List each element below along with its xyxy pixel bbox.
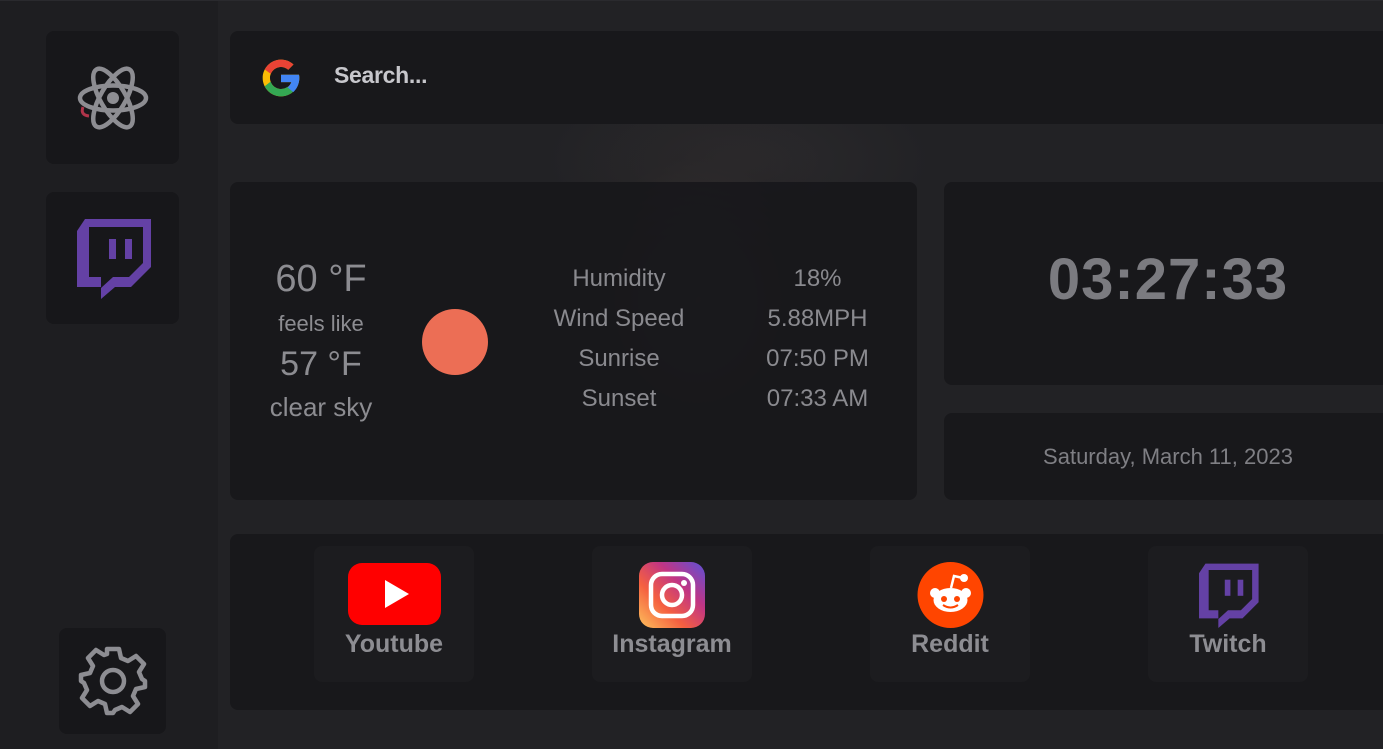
youtube-icon (348, 563, 441, 625)
search-input[interactable]: Search... (334, 62, 427, 89)
weather-card (230, 182, 917, 500)
gear-icon (78, 646, 147, 716)
temperature: 60 °F (275, 258, 367, 300)
link-reddit-label: Reddit (911, 630, 989, 658)
sun-icon (422, 309, 488, 375)
google-icon (262, 59, 300, 97)
settings-button[interactable] (59, 628, 166, 734)
sunset-label: Sunset (581, 385, 657, 412)
weather-description: clear sky (269, 392, 373, 422)
link-youtube-label: Youtube (344, 630, 444, 658)
sunrise-value: 07:50 PM (766, 345, 869, 372)
sidebar-item-twitch[interactable] (46, 192, 179, 324)
clock-time: 03:27:33 (1047, 247, 1289, 312)
feels-like-temperature: 57 °F (280, 345, 362, 383)
twitch-icon (1199, 563, 1259, 628)
wind-speed-value: 5.88MPH (767, 305, 868, 332)
feels-like-label: feels like (278, 311, 364, 336)
sunset-value: 07:33 AM (766, 385, 869, 412)
current-date: Saturday, March 11, 2023 (1043, 444, 1293, 469)
humidity-label: Humidity (572, 265, 666, 292)
sidebar-item-atom[interactable] (46, 31, 179, 164)
atom-icon (77, 65, 148, 130)
link-twitch-label: Twitch (1189, 630, 1267, 658)
wind-speed-label: Wind Speed (553, 305, 685, 332)
top-border (0, 0, 1383, 1)
sunrise-label: Sunrise (578, 345, 660, 372)
link-instagram-label: Instagram (612, 630, 732, 658)
humidity-value: 18% (793, 265, 842, 292)
twitch-icon (76, 219, 151, 299)
instagram-icon (639, 562, 705, 628)
reddit-icon (917, 562, 984, 628)
